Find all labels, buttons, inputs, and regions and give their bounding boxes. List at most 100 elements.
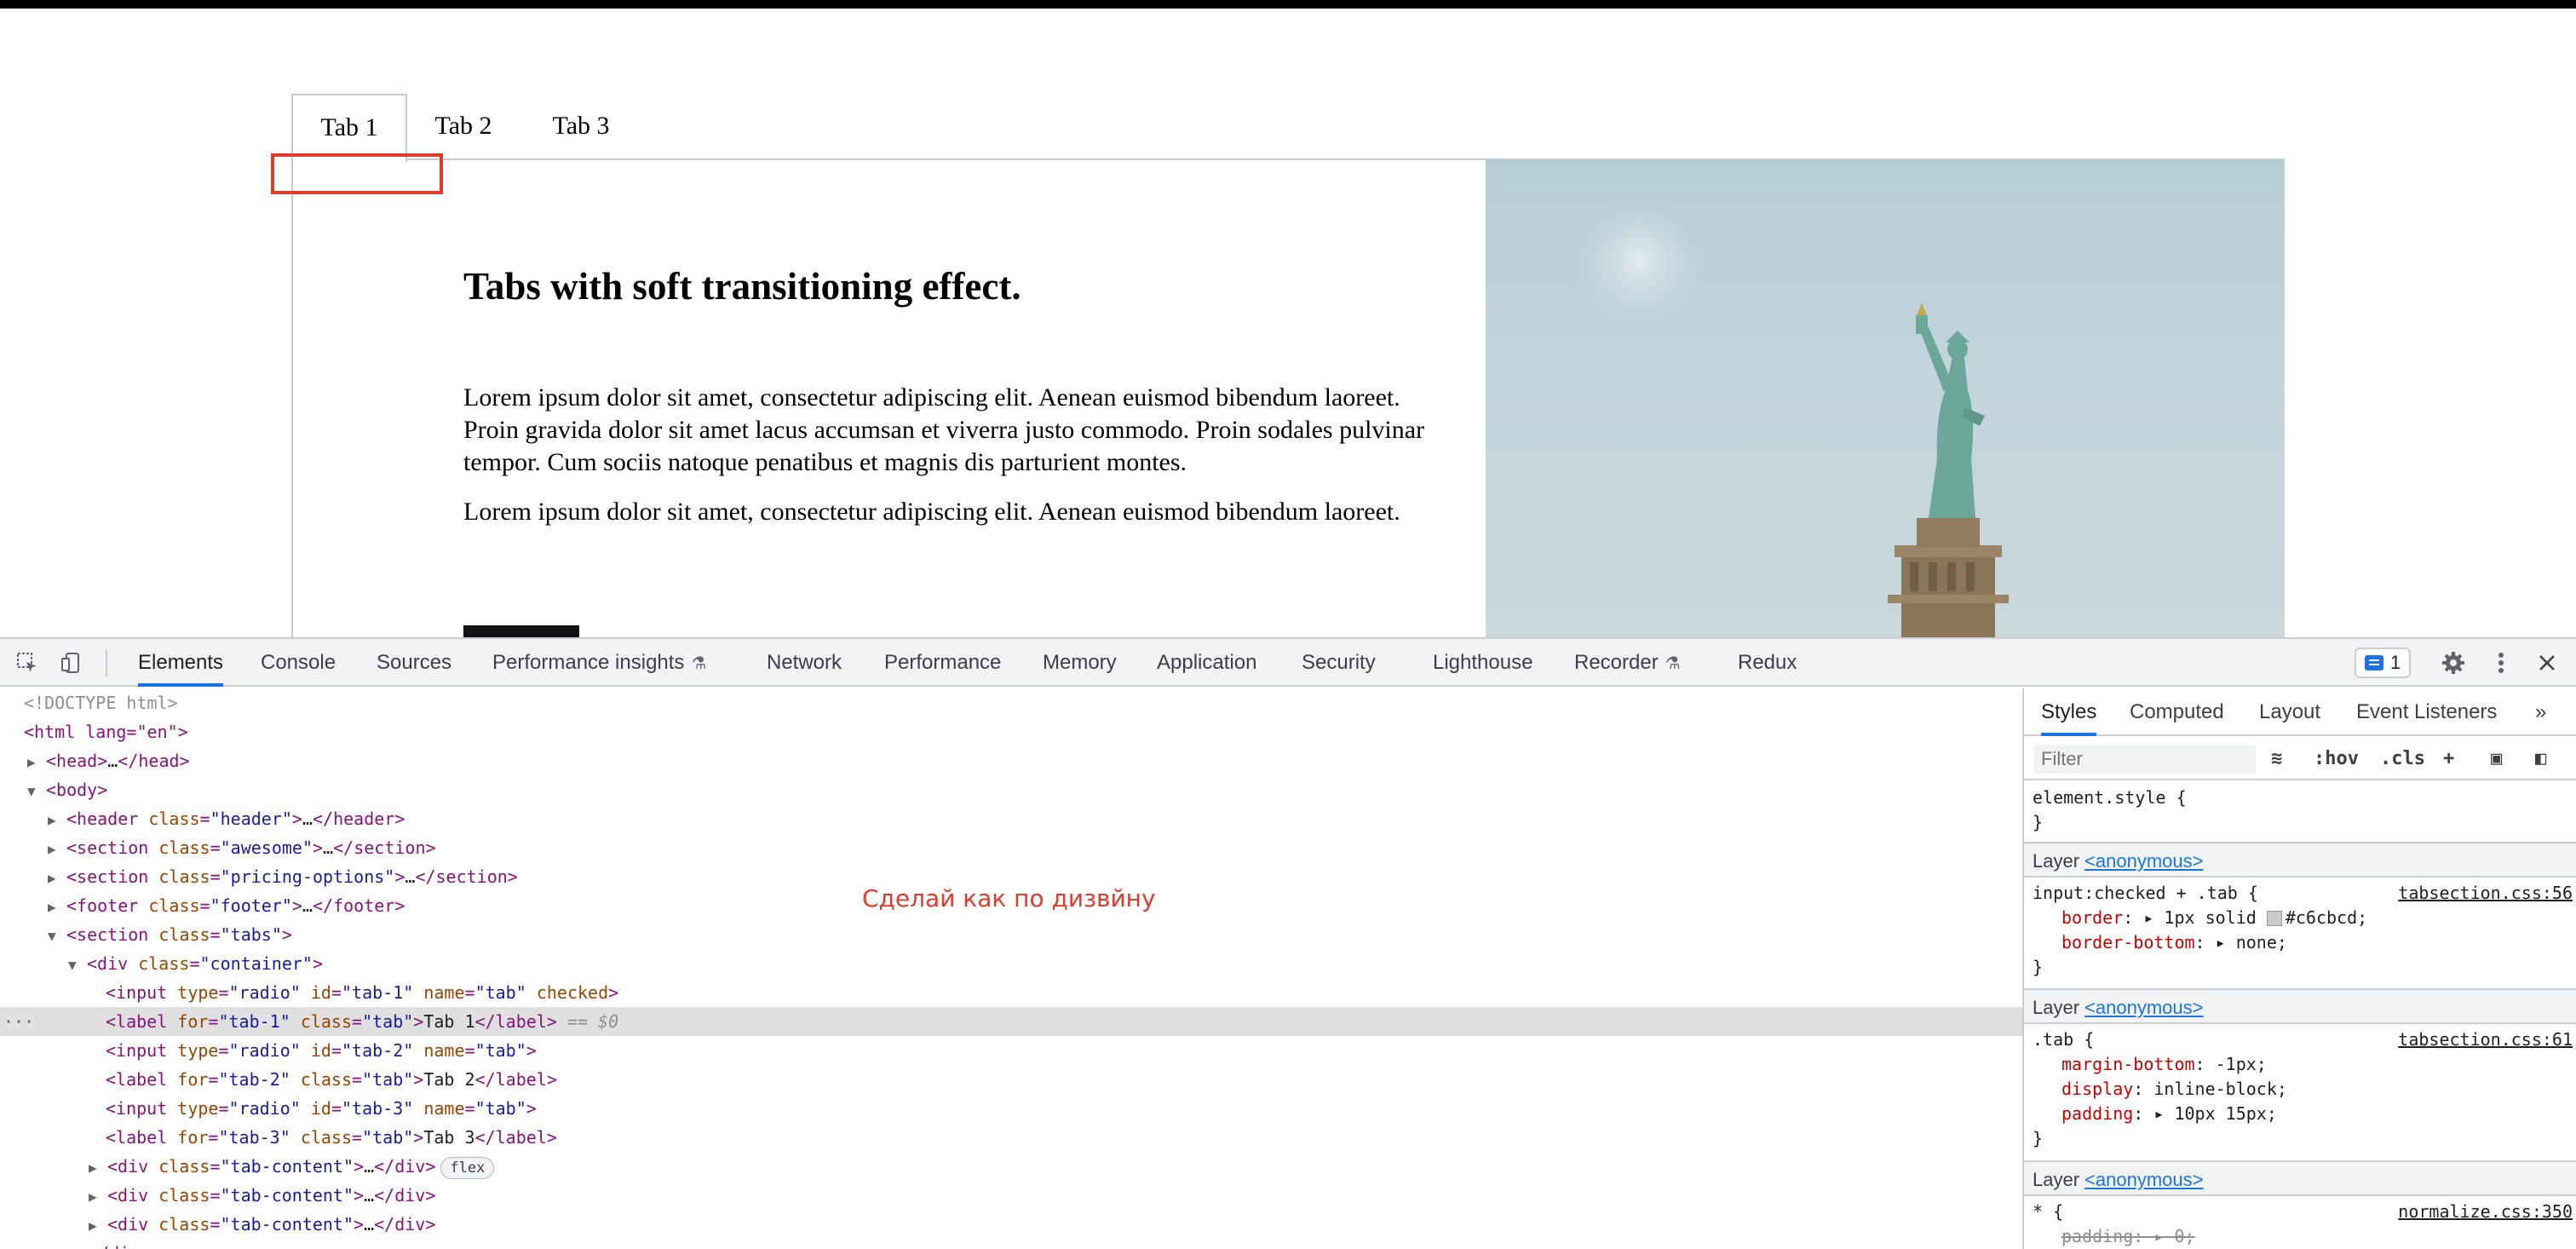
- css-property[interactable]: border-bottom: ▸ none;: [2024, 930, 2576, 955]
- settings-gear-icon[interactable]: [2438, 648, 2469, 678]
- expand-triangle-icon[interactable]: ▶: [89, 1183, 107, 1212]
- property-name: margin-bottom: [2061, 1054, 2195, 1074]
- expand-triangle-icon[interactable]: ▶: [89, 1212, 107, 1240]
- styles-filter-input[interactable]: [2034, 745, 2256, 774]
- dom-node-label-tab-3[interactable]: <label for="tab-3" class="tab">Tab 3</la…: [0, 1123, 2022, 1152]
- expand-triangle-icon[interactable]: ▶: [48, 835, 66, 864]
- tab-event-listeners[interactable]: Event Listeners: [2356, 688, 2497, 736]
- css-property[interactable]: display: inline-block;: [2024, 1077, 2576, 1102]
- new-rule-plus-icon[interactable]: +: [2443, 745, 2454, 774]
- property-name: border: [2061, 907, 2124, 928]
- dom-node-div-container[interactable]: ▼ <div class="container">: [0, 949, 2022, 978]
- devtools-tab-application[interactable]: Application: [1157, 639, 1256, 687]
- devtools-tab-performance-insights[interactable]: Performance insights ⚗: [492, 639, 706, 687]
- node-actions-ellipsis[interactable]: ···: [3, 1007, 34, 1036]
- color-swatch[interactable]: [2266, 911, 2282, 926]
- dom-node-tab-content-2[interactable]: ▶ <div class="tab-content">…</div>: [0, 1181, 2022, 1210]
- issue-message-icon: [2365, 655, 2383, 671]
- dom-node-head[interactable]: ▶ <head>…</head>: [0, 746, 2022, 775]
- dom-node-doctype[interactable]: <!DOCTYPE html>: [0, 688, 2022, 717]
- rule-source-link[interactable]: normalize.css:350: [2398, 1200, 2573, 1224]
- devtools-panel: Elements Console Sources Performance ins…: [0, 637, 2576, 1249]
- tab-2[interactable]: Tab 2: [421, 94, 506, 160]
- hov-toggle[interactable]: :hov: [2314, 745, 2359, 774]
- dom-node-body[interactable]: ▼ <body>: [0, 775, 2022, 804]
- devtools-tab-recorder[interactable]: Recorder ⚗: [1574, 639, 1681, 687]
- styles-pane-tabs: Styles Computed Layout Event Listeners »: [2024, 688, 2576, 736]
- issues-badge[interactable]: 1: [2355, 648, 2412, 678]
- dom-node-tab-content-3[interactable]: ▶ <div class="tab-content">…</div>: [0, 1210, 2022, 1239]
- flask-icon: ⚗: [691, 654, 707, 673]
- expand-triangle-icon[interactable]: ▶: [48, 893, 66, 922]
- layer-link[interactable]: <anonymous>: [2084, 997, 2203, 1018]
- rule-selector[interactable]: * {normalize.css:350: [2024, 1200, 2576, 1224]
- toggle-layers-icon[interactable]: ≋: [2271, 745, 2282, 774]
- selector-text: .tab {: [2033, 1029, 2095, 1050]
- dom-node-html[interactable]: <html lang="en">: [0, 717, 2022, 746]
- collapse-triangle-icon[interactable]: ▼: [48, 922, 66, 951]
- tab-3[interactable]: Tab 3: [538, 94, 624, 160]
- css-property[interactable]: padding: ▸ 10px 15px;: [2024, 1102, 2576, 1126]
- css-property[interactable]: border: ▸ 1px solid #c6cbcd;: [2024, 906, 2576, 930]
- tab-layout[interactable]: Layout: [2259, 688, 2320, 736]
- highlight-annotation-box: [271, 153, 443, 194]
- devtools-tab-network[interactable]: Network: [767, 639, 842, 687]
- more-tabs-chevron-icon[interactable]: »: [2535, 688, 2546, 736]
- cls-toggle[interactable]: .cls: [2380, 745, 2425, 774]
- expand-triangle-icon[interactable]: ▶: [48, 806, 66, 835]
- dom-node-section-tabs[interactable]: ▼ <section class="tabs">: [0, 920, 2022, 949]
- flask-icon: ⚗: [1665, 654, 1681, 673]
- layer-link[interactable]: <anonymous>: [2084, 1169, 2203, 1190]
- dom-node-div-close[interactable]: </div>: [0, 1239, 2022, 1249]
- close-devtools-icon[interactable]: [2532, 648, 2562, 678]
- dom-node-header[interactable]: ▶ <header class="header">…</header>: [0, 804, 2022, 833]
- issues-count: 1: [2390, 652, 2401, 673]
- rule-selector[interactable]: input:checked + .tab {tabsection.css:56: [2024, 881, 2576, 906]
- devtools-tab-performance[interactable]: Performance: [884, 639, 1001, 687]
- dom-node-label-tab-1-selected[interactable]: ··· <label for="tab-1" class="tab">Tab 1<…: [0, 1007, 2022, 1036]
- selected-node-marker: == $0: [566, 1011, 619, 1032]
- dom-node-tab-content-1[interactable]: ▶ <div class="tab-content">…</div> flex: [0, 1152, 2022, 1181]
- device-toolbar-icon[interactable]: [56, 648, 87, 678]
- rule-selector[interactable]: .tab { tabsection.css:61: [2024, 1027, 2576, 1052]
- dom-node-input-tab-3[interactable]: <input type="radio" id="tab-3" name="tab…: [0, 1094, 2022, 1123]
- more-options-icon[interactable]: [2486, 648, 2516, 678]
- panel-button[interactable]: [463, 625, 579, 637]
- devtools-tab-lighthouse[interactable]: Lighthouse: [1433, 639, 1532, 687]
- devtools-tab-console[interactable]: Console: [261, 639, 336, 687]
- layer-link[interactable]: <anonymous>: [2084, 850, 2203, 872]
- tab-1[interactable]: Tab 1: [291, 94, 407, 162]
- collapse-triangle-icon[interactable]: ▼: [27, 777, 46, 806]
- statue-of-liberty-image: [1486, 160, 2285, 637]
- devtools-toolbar: Elements Console Sources Performance ins…: [0, 639, 2576, 687]
- expand-triangle-icon[interactable]: ▶: [89, 1154, 107, 1183]
- devtools-tab-memory[interactable]: Memory: [1043, 639, 1117, 687]
- top-black-bar: [0, 0, 2576, 9]
- statue-illustration: [1571, 193, 2009, 637]
- rule-source-link[interactable]: tabsection.css:56: [2398, 881, 2573, 906]
- collapse-triangle-icon[interactable]: ▼: [68, 951, 87, 980]
- dom-node-input-tab-1[interactable]: <input type="radio" id="tab-1" name="tab…: [0, 978, 2022, 1007]
- tab-styles[interactable]: Styles: [2041, 688, 2097, 736]
- devtools-tab-redux[interactable]: Redux: [1738, 639, 1797, 687]
- rule-source-link[interactable]: tabsection.css:61: [2398, 1027, 2573, 1052]
- flex-badge[interactable]: flex: [440, 1156, 495, 1179]
- dom-node-input-tab-2[interactable]: <input type="radio" id="tab-2" name="tab…: [0, 1036, 2022, 1065]
- css-property-overridden[interactable]: padding: ▸ 0;: [2024, 1224, 2576, 1249]
- property-value: inline-block;: [2153, 1079, 2287, 1099]
- paint-brush-icon[interactable]: ▣: [2491, 745, 2502, 774]
- expand-triangle-icon[interactable]: ▶: [48, 864, 66, 893]
- rule-element-style: element.style { }: [2024, 786, 2576, 835]
- rule-selector[interactable]: element.style {: [2024, 786, 2576, 810]
- devtools-tab-elements[interactable]: Elements: [138, 639, 224, 687]
- dom-node-label-tab-2[interactable]: <label for="tab-2" class="tab">Tab 2</la…: [0, 1065, 2022, 1094]
- tab-content-panel: Tabs with soft transitioning effect. Lor…: [291, 158, 2285, 637]
- toggle-sidebar-icon[interactable]: ◧: [2535, 745, 2546, 774]
- devtools-tab-sources[interactable]: Sources: [377, 639, 451, 687]
- tab-computed[interactable]: Computed: [2130, 688, 2224, 736]
- expand-triangle-icon[interactable]: ▶: [27, 748, 46, 777]
- devtools-tab-security[interactable]: Security: [1302, 639, 1376, 687]
- dom-node-section-awesome[interactable]: ▶ <section class="awesome">…</section>: [0, 833, 2022, 862]
- css-property[interactable]: margin-bottom: -1px;: [2024, 1052, 2576, 1077]
- inspect-element-icon[interactable]: [12, 648, 43, 678]
